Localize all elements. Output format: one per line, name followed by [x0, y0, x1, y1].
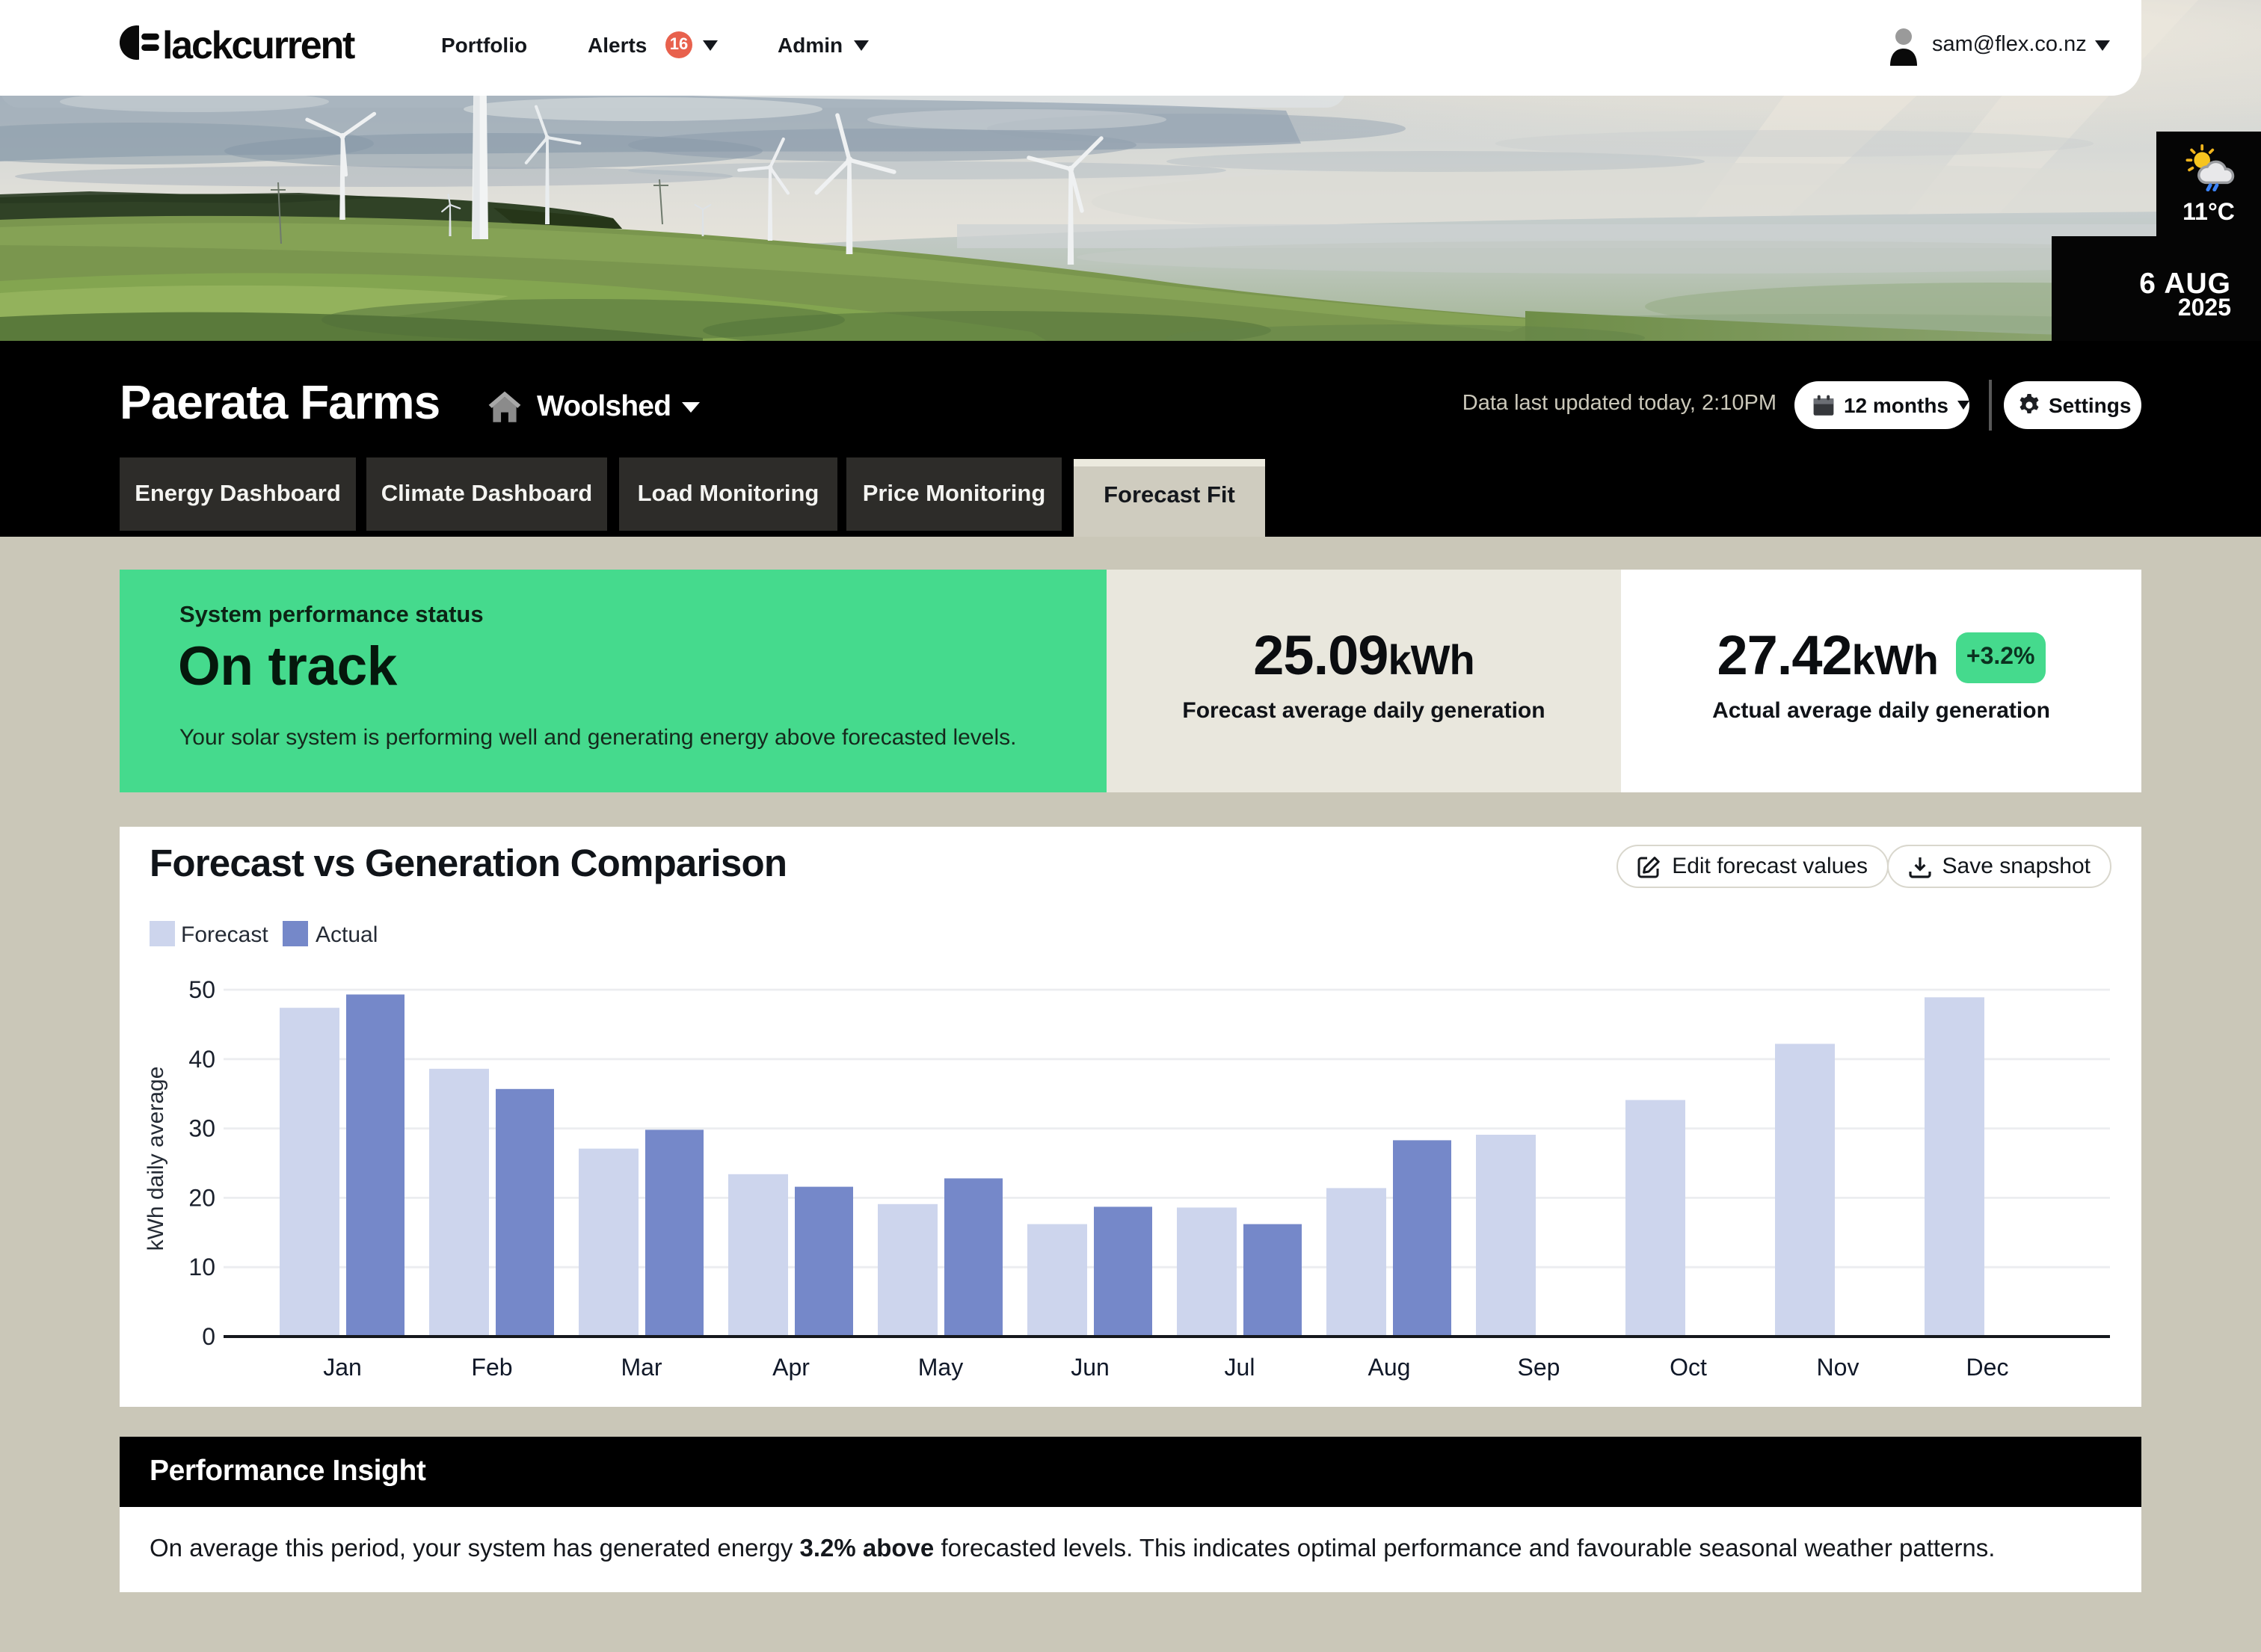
svg-text:0: 0 [202, 1323, 215, 1350]
svg-text:Feb: Feb [471, 1354, 512, 1381]
svg-text:Jun: Jun [1071, 1354, 1110, 1381]
svg-text:kWh daily average: kWh daily average [144, 1067, 168, 1251]
svg-text:10: 10 [188, 1254, 215, 1280]
svg-text:Nov: Nov [1817, 1354, 1859, 1381]
svg-text:Oct: Oct [1670, 1354, 1707, 1381]
svg-text:lackcurrent: lackcurrent [162, 24, 355, 67]
svg-text:40: 40 [188, 1046, 215, 1073]
svg-text:May: May [918, 1354, 963, 1381]
svg-text:50: 50 [188, 976, 215, 1003]
svg-text:Apr: Apr [772, 1354, 810, 1381]
svg-text:Jul: Jul [1225, 1354, 1255, 1381]
svg-text:Aug: Aug [1368, 1354, 1411, 1381]
svg-text:Jan: Jan [323, 1354, 362, 1381]
svg-text:Sep: Sep [1518, 1354, 1560, 1381]
svg-text:20: 20 [188, 1184, 215, 1211]
svg-text:Dec: Dec [1966, 1354, 2009, 1381]
svg-text:30: 30 [188, 1115, 215, 1142]
svg-text:Mar: Mar [621, 1354, 662, 1381]
